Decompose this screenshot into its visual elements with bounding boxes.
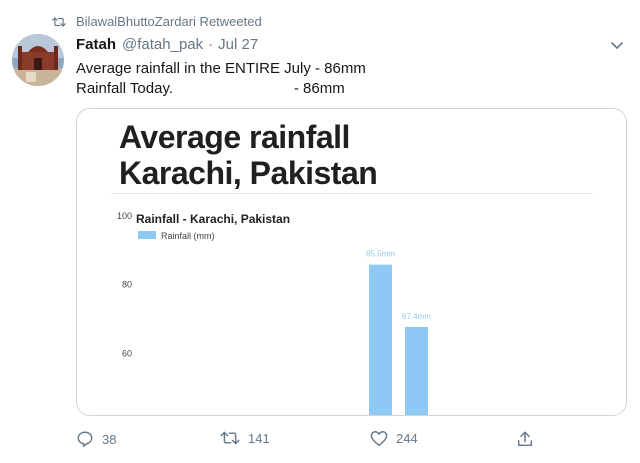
card-title-line-2: Karachi, Pakistan	[119, 155, 378, 191]
y-tick-label: 100	[117, 211, 132, 221]
reply-icon	[77, 431, 93, 447]
retweet-label: BilawalBhuttoZardari Retweeted	[76, 14, 262, 29]
y-tick-label: 60	[122, 348, 132, 358]
tweet-text-line-2: Rainfall Today. - 86mm	[76, 80, 345, 97]
author-handle[interactable]: @fatah_pak	[122, 36, 203, 53]
more-options-button[interactable]	[610, 38, 624, 56]
like-button[interactable]: 244	[370, 430, 418, 447]
retweet-count: 141	[248, 430, 270, 446]
bar	[369, 264, 392, 415]
tweet-text: Average rainfall in the ENTIRE July - 86…	[76, 59, 366, 99]
like-count: 244	[396, 431, 418, 446]
legend-swatch	[138, 231, 156, 239]
bar	[405, 326, 428, 415]
reply-count: 38	[102, 431, 117, 447]
avatar[interactable]	[12, 34, 64, 86]
bar-data-label: 85.5mm	[366, 250, 395, 259]
tweet-date[interactable]: Jul 27	[218, 36, 258, 53]
card-title-line-1: Average rainfall	[119, 119, 350, 155]
card-title: Average rainfall Karachi, Pakistan	[119, 119, 378, 191]
media-card[interactable]: Average rainfall Karachi, Pakistan Rainf…	[76, 108, 627, 416]
retweet-icon	[52, 16, 66, 27]
separator-dot: ·	[208, 36, 214, 53]
y-tick-label: 80	[122, 280, 132, 290]
reply-button[interactable]: 38	[76, 430, 116, 448]
tweet-text-line-1: Average rainfall in the ENTIRE July - 86…	[76, 60, 366, 77]
heart-icon	[370, 431, 388, 446]
chart-title: Rainfall - Karachi, Pakistan	[136, 212, 290, 226]
card-divider	[111, 193, 593, 194]
bar-data-label: 67.4mm	[402, 312, 431, 321]
chevron-down-icon	[611, 42, 623, 49]
author-name[interactable]: Fatah	[76, 36, 116, 53]
tweet-header: Fatah @fatah_pak · Jul 27	[76, 36, 258, 53]
tweet-actions: 38 141 244	[76, 430, 536, 450]
legend-label: Rainfall (mm)	[161, 231, 215, 241]
retweet-context[interactable]: BilawalBhuttoZardari Retweeted	[52, 14, 262, 29]
retweet-icon	[220, 431, 240, 445]
retweet-button[interactable]: 141	[220, 430, 270, 446]
rainfall-chart: Rainfall - Karachi, Pakistan Rainfall (mm…	[117, 211, 431, 415]
share-button[interactable]	[516, 430, 534, 448]
share-icon	[517, 431, 533, 447]
